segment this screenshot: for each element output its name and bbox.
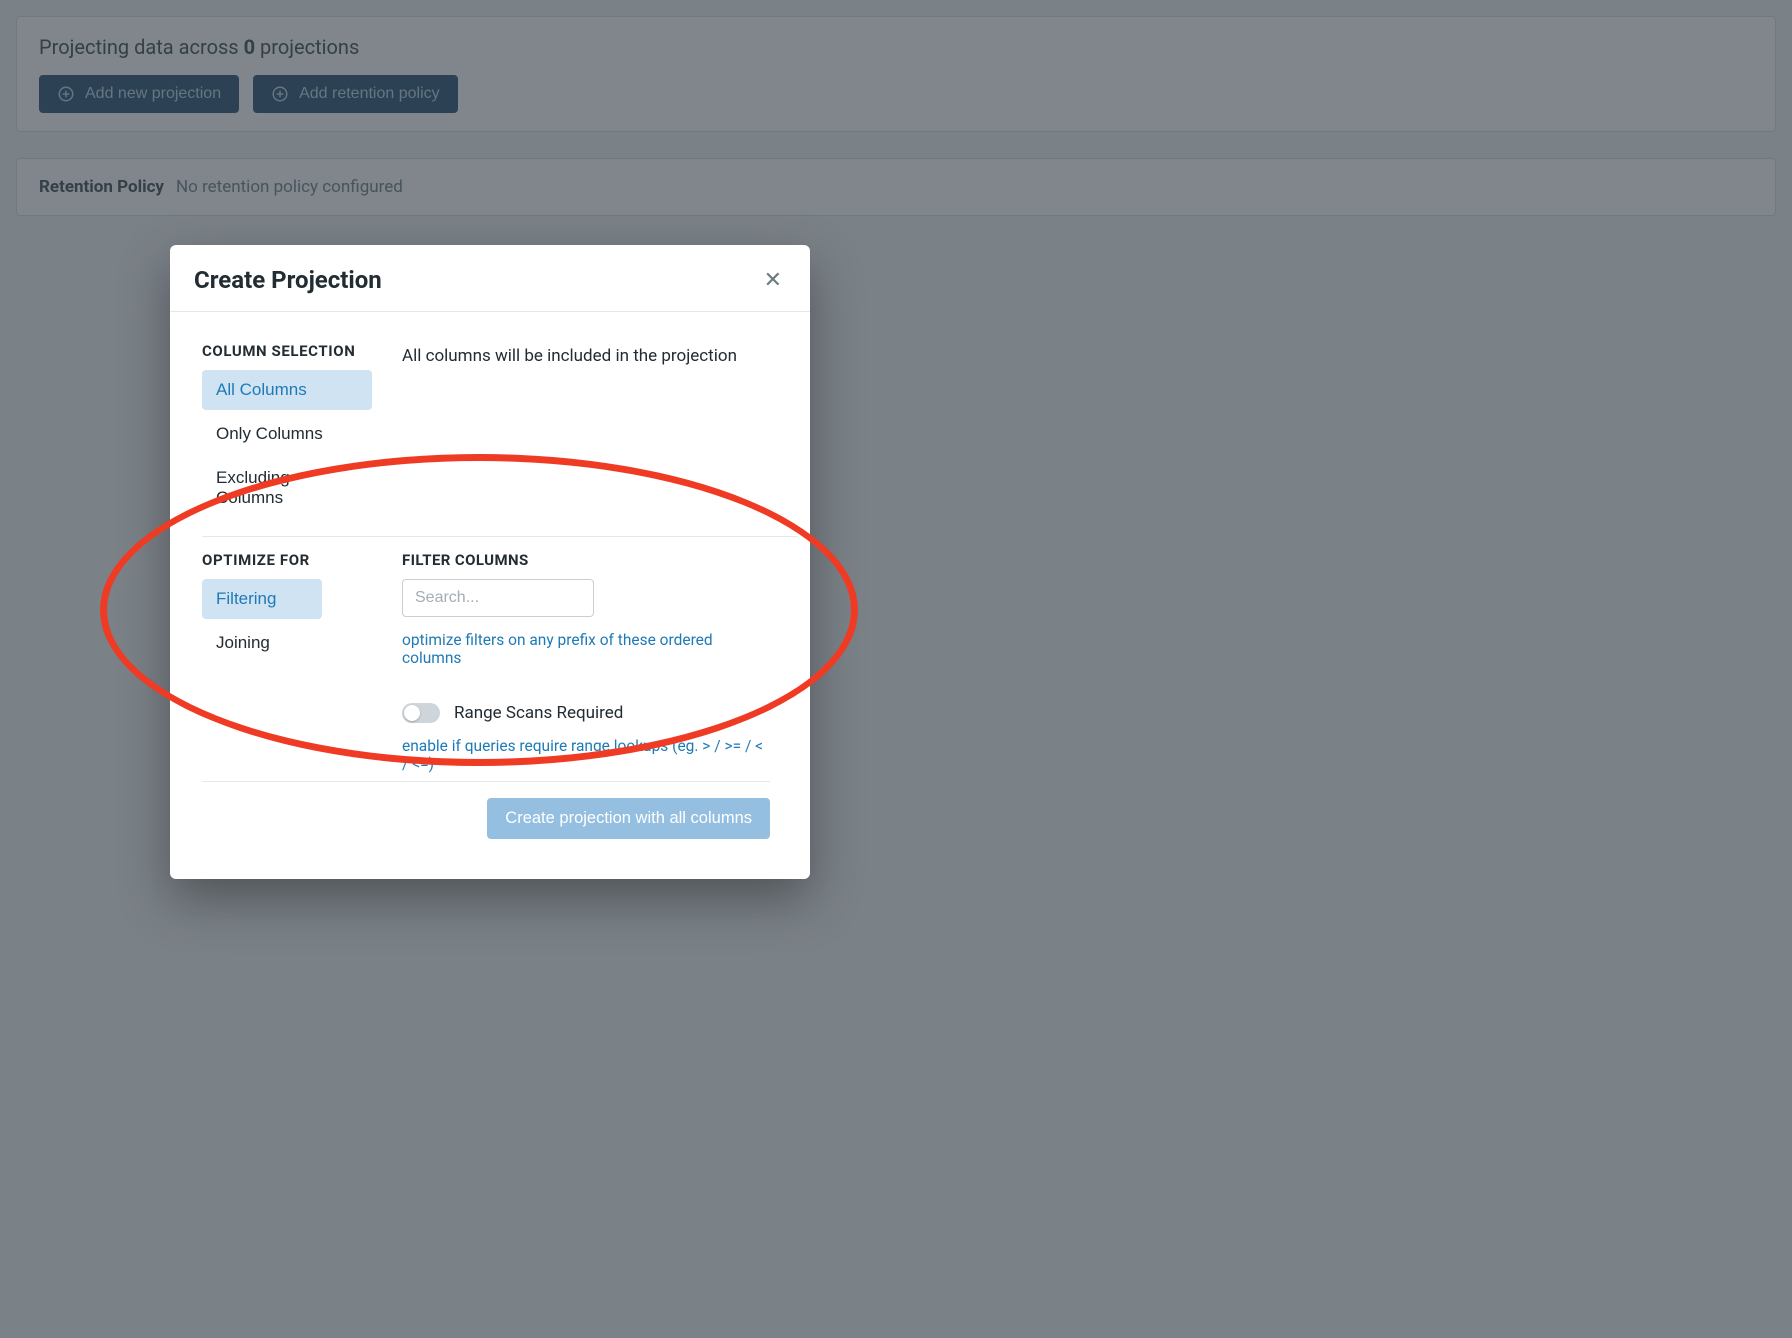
tab-only-columns[interactable]: Only Columns — [202, 414, 372, 454]
section-divider — [202, 536, 798, 537]
column-selection-description: All columns will be included in the proj… — [402, 344, 770, 369]
create-projection-button[interactable]: Create projection with all columns — [487, 798, 770, 839]
tab-filtering[interactable]: Filtering — [202, 579, 322, 619]
range-scans-toggle[interactable] — [402, 703, 440, 723]
column-selection-heading: COLUMN SELECTION — [202, 342, 372, 360]
tab-joining[interactable]: Joining — [202, 623, 322, 663]
tab-all-columns[interactable]: All Columns — [202, 370, 372, 410]
modal-title: Create Projection — [194, 266, 382, 294]
optimize-section: OPTIMIZE FOR Filtering Joining FILTER CO… — [202, 551, 798, 773]
modal-footer: Create projection with all columns — [202, 781, 770, 845]
filter-search-input[interactable] — [402, 579, 594, 617]
filter-columns-heading: FILTER COLUMNS — [402, 551, 770, 569]
close-icon: ✕ — [764, 267, 782, 292]
tab-excluding-columns[interactable]: Excluding Columns — [202, 458, 372, 518]
filter-help-text: optimize filters on any prefix of these … — [402, 631, 770, 667]
range-scans-help-text: enable if queries require range lookups … — [402, 737, 770, 773]
create-projection-modal: Create Projection ✕ COLUMN SELECTION All… — [170, 245, 810, 879]
range-scans-label: Range Scans Required — [454, 703, 623, 723]
modal-close-button[interactable]: ✕ — [760, 265, 786, 295]
optimize-heading: OPTIMIZE FOR — [202, 551, 372, 569]
column-selection-section: COLUMN SELECTION All Columns Only Column… — [202, 342, 798, 518]
